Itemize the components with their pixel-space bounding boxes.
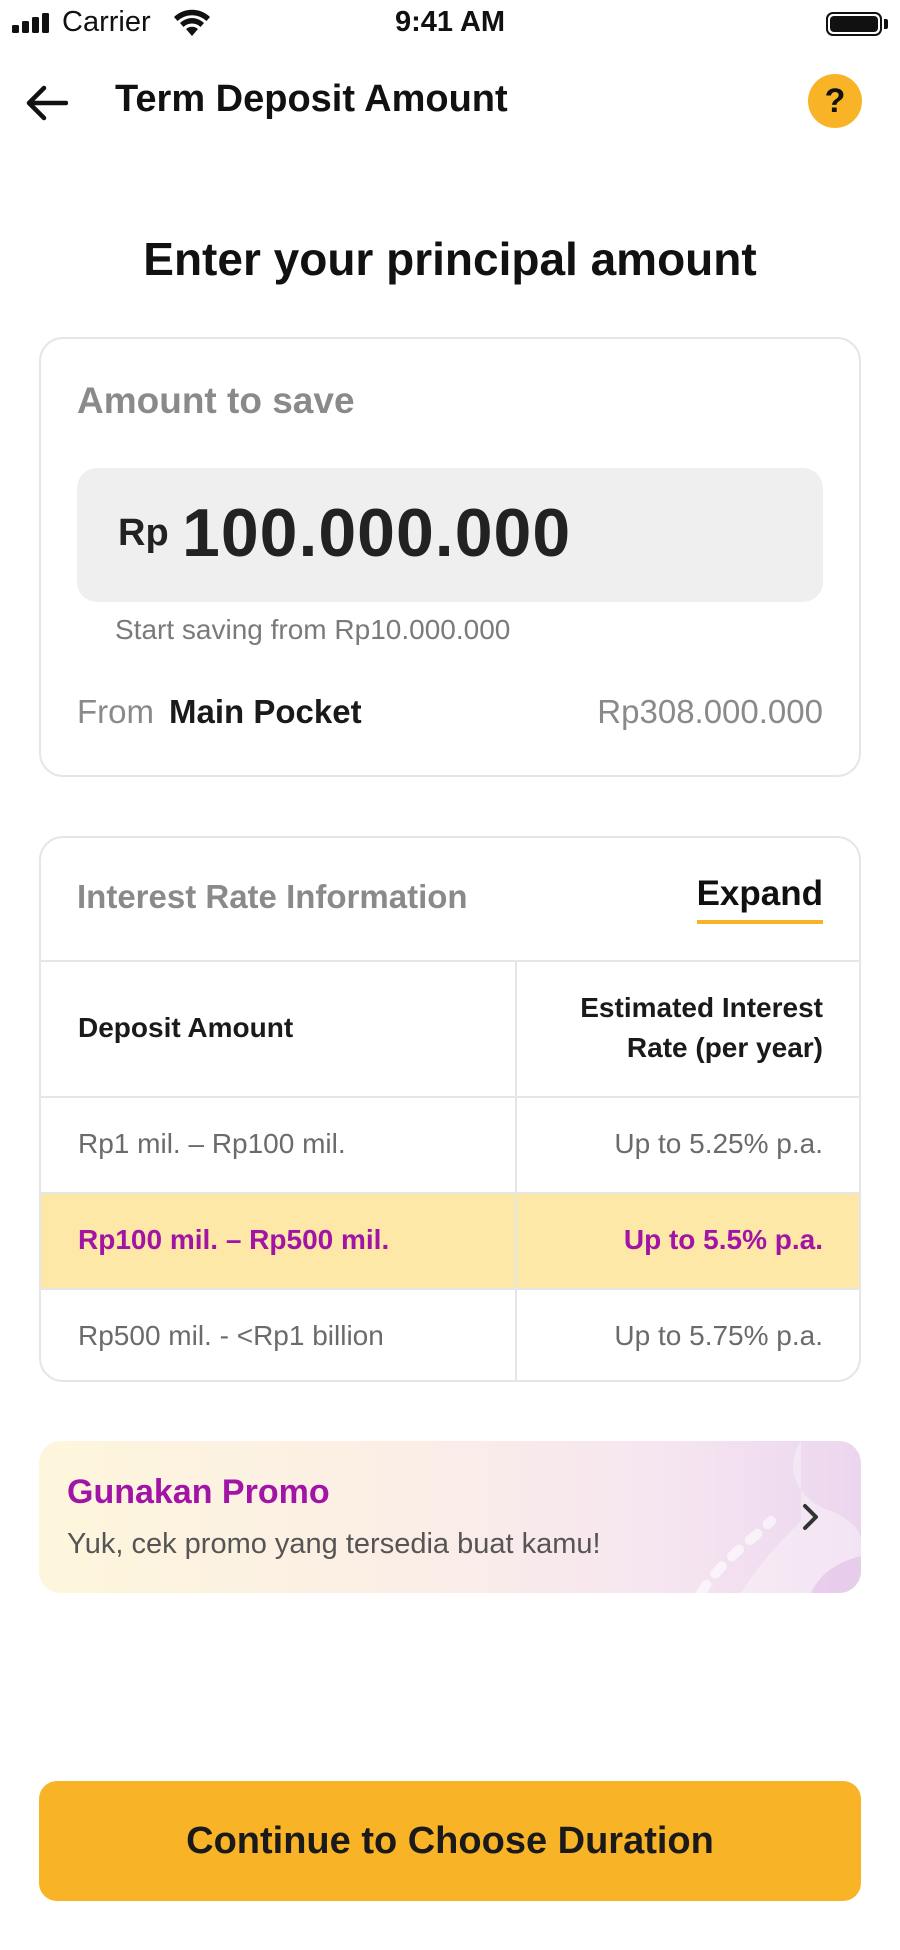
chevron-right-icon	[803, 1504, 818, 1530]
table-column-divider	[515, 960, 517, 1380]
promo-card[interactable]	[39, 1441, 861, 1593]
minimum-amount-hint: Start saving from Rp10.000.000	[115, 614, 511, 645]
interest-rate-cell: Up to 5.25% p.a.	[614, 1128, 823, 1159]
promo-decoration-icon	[696, 1441, 861, 1593]
table-row: Rp500 mil. - <Rp1 billion Up to 5.75% p.…	[41, 1288, 859, 1380]
amount-value[interactable]: 100.000.000	[182, 494, 571, 572]
promo-subtitle: Yuk, cek promo yang tersedia buat kamu!	[67, 1528, 601, 1560]
battery-cap	[884, 19, 888, 29]
interest-info-title: Interest Rate Information	[77, 878, 468, 915]
source-label: From	[77, 693, 154, 730]
question-mark-icon: ?	[824, 81, 846, 120]
table-row-highlighted: Rp100 mil. – Rp500 mil. Up to 5.5% p.a.	[41, 1192, 859, 1288]
source-pocket-name[interactable]: Main Pocket	[169, 693, 362, 731]
page-title: Term Deposit Amount	[115, 78, 508, 120]
status-bar: Carrier 9:41 AM	[0, 0, 900, 50]
interest-rate-header-line1: Estimated Interest	[580, 992, 823, 1023]
section-heading: Enter your principal amount	[143, 233, 757, 285]
status-time: 9:41 AM	[394, 6, 506, 38]
deposit-amount-cell: Rp500 mil. - <Rp1 billion	[78, 1320, 384, 1351]
interest-rate-header: Estimated Interest Rate (per year)	[580, 988, 823, 1068]
promo-title: Gunakan Promo	[67, 1473, 330, 1511]
deposit-amount-cell: Rp1 mil. – Rp100 mil.	[78, 1128, 346, 1159]
interest-rate-cell: Up to 5.75% p.a.	[614, 1320, 823, 1351]
currency-prefix: Rp	[118, 512, 169, 554]
back-button[interactable]	[22, 78, 72, 128]
help-button[interactable]: ?	[808, 74, 862, 128]
arrow-left-icon	[26, 85, 68, 121]
expand-link[interactable]: Expand	[696, 874, 823, 924]
continue-button[interactable]: Continue to Choose Duration	[39, 1781, 861, 1901]
deposit-amount-header: Deposit Amount	[78, 1012, 294, 1043]
deposit-amount-cell: Rp100 mil. – Rp500 mil.	[78, 1224, 390, 1255]
interest-rate-header-line2: Rate (per year)	[626, 1032, 823, 1063]
battery-icon	[826, 12, 882, 36]
amount-label: Amount to save	[77, 380, 355, 421]
table-header-row: Deposit Amount Estimated Interest Rate (…	[41, 960, 859, 1096]
interest-rate-cell: Up to 5.5% p.a.	[623, 1224, 823, 1255]
source-pocket-balance: Rp308.000.000	[597, 693, 823, 730]
table-row: Rp1 mil. – Rp100 mil. Up to 5.25% p.a.	[41, 1096, 859, 1192]
